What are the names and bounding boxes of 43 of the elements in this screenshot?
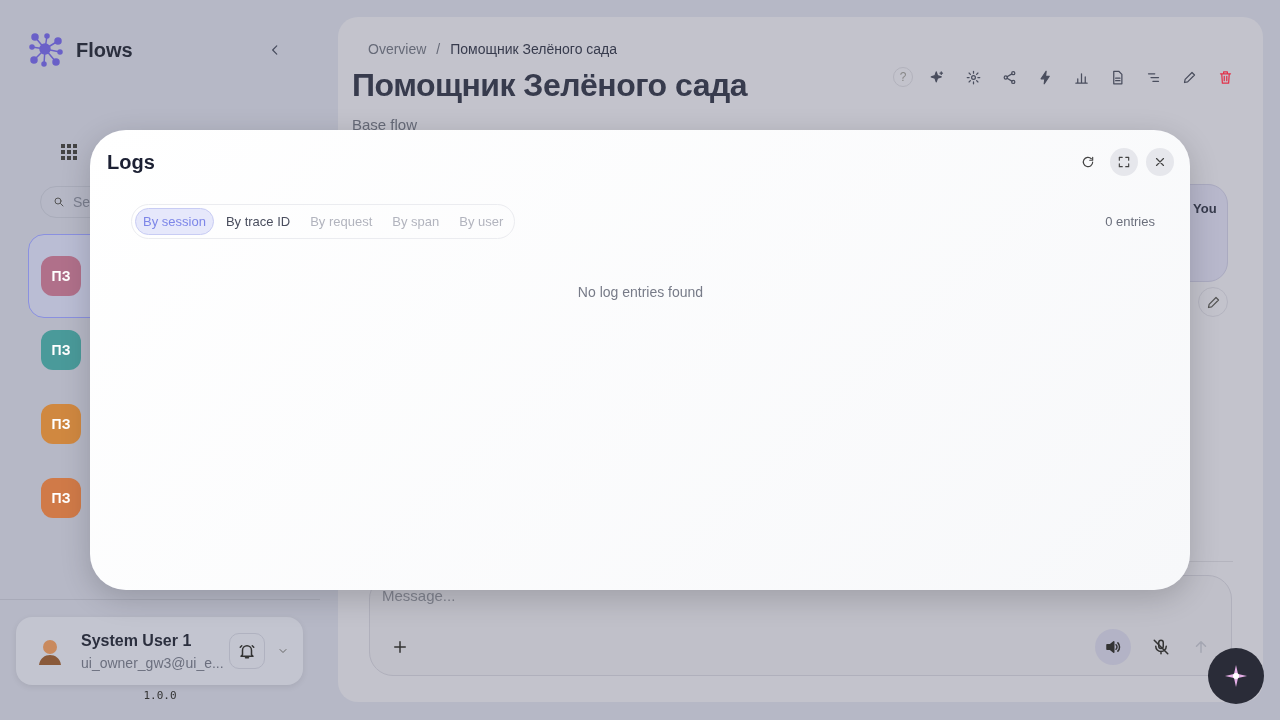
session-avatar: ПЗ <box>41 256 81 296</box>
user-email: ui_owner_gw3@ui_e... <box>81 654 225 671</box>
message-author: You <box>1193 201 1217 216</box>
trash-icon <box>1217 69 1233 85</box>
breadcrumb-current[interactable]: Помощник Зелёного сада <box>450 41 618 57</box>
session-avatar: ПЗ <box>41 478 81 518</box>
avatar-icon <box>36 637 64 665</box>
refresh-icon <box>1081 155 1095 169</box>
dialog-title: Logs <box>107 150 156 174</box>
search-placeholder: Se <box>73 194 91 210</box>
entry-count: 0 entries <box>1105 214 1155 229</box>
speaker-button[interactable] <box>1095 629 1131 665</box>
plus-icon <box>391 638 409 656</box>
mic-off-icon <box>1152 638 1170 656</box>
notifications-button[interactable] <box>229 633 265 669</box>
page-title: Помощник Зелёного сада <box>352 67 748 104</box>
filter-tab[interactable]: By session <box>135 208 214 235</box>
session-avatar: ПЗ <box>41 330 81 370</box>
share-icon <box>1001 69 1017 85</box>
grid-icon[interactable] <box>61 144 77 160</box>
speaker-icon <box>1104 638 1122 656</box>
filter-tab[interactable]: By trace ID <box>217 208 299 235</box>
bell-icon <box>238 642 256 660</box>
pencil-icon <box>1205 294 1221 310</box>
flows-logo-icon <box>28 32 64 68</box>
settings-icon <box>965 69 981 85</box>
close-button[interactable] <box>1146 148 1174 176</box>
user-card[interactable]: System User 1 ui_owner_gw3@ui_e... <box>16 617 303 685</box>
user-name: System User 1 <box>81 631 193 650</box>
expand-icon <box>1117 155 1131 169</box>
breadcrumb-separator: / <box>436 41 441 57</box>
search-icon <box>53 196 65 208</box>
empty-message: No log entries found <box>576 284 705 300</box>
breadcrumb-link[interactable]: Overview <box>368 41 427 57</box>
session-avatar: ПЗ <box>41 404 81 444</box>
message-placeholder: Message... <box>382 587 457 604</box>
fullscreen-button[interactable] <box>1110 148 1138 176</box>
sparkles-icon <box>929 69 945 85</box>
pencil-icon <box>1181 69 1197 85</box>
brand-name: Flows <box>76 38 134 62</box>
close-icon <box>1153 155 1167 169</box>
page-subtitle: Base flow <box>352 116 419 133</box>
version-label: 1.0.0 <box>142 689 178 702</box>
